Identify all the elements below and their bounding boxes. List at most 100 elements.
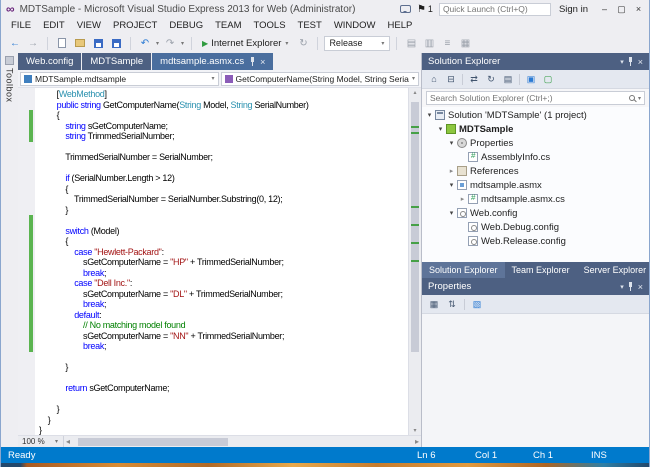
tab-mdtsample[interactable]: MDTSample [82, 53, 151, 70]
menu-window[interactable]: WINDOW [328, 20, 382, 31]
tree-item-properties[interactable]: ▾Properties [422, 136, 649, 150]
panel-tab-solution-explorer[interactable]: Solution Explorer [422, 262, 505, 278]
menu-edit[interactable]: EDIT [37, 20, 71, 31]
tree-item-mdtsample[interactable]: ▾MDTSample [422, 122, 649, 136]
redo-dropdown-icon[interactable]: ▾ [181, 40, 184, 47]
cs-icon [468, 194, 478, 204]
tree-item-solution-mdtsample-1-project[interactable]: ▾Solution 'MDTSample' (1 project) [422, 108, 649, 122]
toolbox-tab[interactable]: Toolbox [1, 53, 18, 447]
menu-file[interactable]: FILE [5, 20, 37, 31]
collapse-all-icon[interactable]: ⊟ [444, 72, 458, 86]
close-button[interactable]: × [630, 4, 647, 15]
search-input[interactable] [430, 93, 626, 103]
save-icon[interactable] [90, 35, 106, 51]
menu-view[interactable]: VIEW [71, 20, 107, 31]
redo-icon[interactable]: ↷ [162, 35, 178, 51]
menu-team[interactable]: TEAM [209, 20, 247, 31]
maximize-button[interactable]: ▢ [613, 4, 630, 15]
open-file-icon[interactable] [72, 35, 88, 51]
refresh-icon[interactable]: ↻ [484, 72, 498, 86]
new-file-icon[interactable] [54, 35, 70, 51]
pin-icon[interactable] [628, 57, 634, 66]
minimize-button[interactable]: – [596, 4, 613, 15]
sync-with-active-document-icon[interactable]: ⇄ [467, 72, 481, 86]
code-area[interactable]: [WebMethod] public string GetComputerNam… [35, 88, 408, 435]
menu-project[interactable]: PROJECT [107, 20, 163, 31]
close-panel-icon[interactable]: × [638, 282, 643, 292]
browser-dropdown-icon[interactable]: ▾ [285, 40, 288, 47]
outline-icon[interactable]: ▥ [421, 35, 437, 51]
tree-expander-icon[interactable]: ▾ [447, 181, 456, 189]
code-line: } [39, 415, 408, 426]
preview-selected-items-icon[interactable]: ▢ [541, 72, 555, 86]
sign-in-link[interactable]: Sign in [557, 4, 590, 15]
navigate-backward-icon[interactable]: ← [7, 35, 23, 51]
scrollbar-annotation [411, 132, 419, 134]
types-dropdown[interactable]: MDTSample.mdtsample ▾ [20, 72, 219, 86]
menu-debug[interactable]: DEBUG [163, 20, 209, 31]
close-tab-icon[interactable]: × [260, 57, 265, 67]
properties-icon[interactable]: ▣ [524, 72, 538, 86]
tree-expander-icon[interactable]: ▾ [436, 125, 445, 133]
tree-expander-icon[interactable]: ▾ [447, 139, 456, 147]
show-all-files-icon[interactable]: ▤ [501, 72, 515, 86]
solution-explorer-title-bar[interactable]: Solution Explorer ▾ × [422, 53, 649, 70]
tree-item-mdtsample-asmx-cs[interactable]: ▸mdtsample.asmx.cs [422, 192, 649, 206]
tree-item-web-debug-config[interactable]: Web.Debug.config [422, 220, 649, 234]
tab-web-config[interactable]: Web.config [18, 53, 81, 70]
tree-item-mdtsample-asmx[interactable]: ▾mdtsample.asmx [422, 178, 649, 192]
tree-item-assemblyinfo-cs[interactable]: AssemblyInfo.cs [422, 150, 649, 164]
tree-item-references[interactable]: ▸References [422, 164, 649, 178]
panel-tab-team-explorer[interactable]: Team Explorer [505, 262, 577, 278]
tree-item-web-release-config[interactable]: Web.Release.config [422, 234, 649, 248]
tree-expander-icon[interactable]: ▾ [425, 111, 434, 119]
code-line: } [39, 404, 408, 415]
pin-icon[interactable] [628, 282, 634, 291]
vertical-scrollbar[interactable]: ▴ ▾ [408, 88, 421, 435]
notifications-flag[interactable]: ⚑1 [417, 4, 433, 15]
search-icon[interactable] [629, 95, 635, 101]
categorized-icon[interactable]: ▦ [427, 297, 441, 311]
scroll-down-icon[interactable]: ▾ [409, 427, 421, 434]
window-position-icon[interactable]: ▾ [620, 58, 624, 66]
code-line: return sGetComputerName; [39, 383, 408, 394]
panel-tab-server-explorer[interactable]: Server Explorer [577, 262, 650, 278]
refresh-icon[interactable]: ↻ [295, 35, 311, 51]
vertical-scrollbar-thumb[interactable] [411, 102, 419, 352]
alphabetical-icon[interactable]: ⇅ [445, 297, 459, 311]
horizontal-scrollbar-thumb[interactable] [78, 438, 228, 446]
tab-mdtsample-asmx-cs[interactable]: mdtsample.asmx.cs× [152, 53, 273, 70]
tree-expander-icon[interactable]: ▸ [458, 195, 467, 203]
scroll-left-icon[interactable]: ◂ [66, 437, 70, 446]
indent-icon[interactable]: ▦ [457, 35, 473, 51]
find-icon[interactable]: ▤ [403, 35, 419, 51]
pin-tab-icon[interactable] [249, 57, 255, 66]
chevron-down-icon[interactable]: ▾ [638, 95, 641, 102]
scroll-right-icon[interactable]: ▸ [415, 437, 419, 446]
properties-title-bar[interactable]: Properties ▾ × [422, 278, 649, 295]
feedback-icon[interactable] [400, 5, 411, 13]
undo-icon[interactable]: ↶ [137, 35, 153, 51]
solution-configuration-select[interactable]: Release ▾ [324, 36, 390, 51]
undo-dropdown-icon[interactable]: ▾ [156, 40, 159, 47]
toolbar-separator [462, 74, 463, 85]
menu-tools[interactable]: TOOLS [248, 20, 292, 31]
close-panel-icon[interactable]: × [638, 57, 643, 67]
tree-item-web-config[interactable]: ▾Web.config [422, 206, 649, 220]
navigate-forward-icon[interactable]: → [25, 35, 41, 51]
menu-help[interactable]: HELP [382, 20, 419, 31]
save-all-icon[interactable] [108, 35, 124, 51]
scroll-up-icon[interactable]: ▴ [409, 89, 421, 96]
menu-test[interactable]: TEST [292, 20, 328, 31]
tree-expander-icon[interactable]: ▸ [447, 167, 456, 175]
window-position-icon[interactable]: ▾ [620, 283, 624, 291]
tree-expander-icon[interactable]: ▾ [447, 209, 456, 217]
horizontal-scrollbar[interactable]: ◂ ▸ [64, 436, 421, 447]
quick-launch-input[interactable] [439, 3, 551, 16]
zoom-control[interactable]: 100 % ▾ [18, 436, 64, 447]
comment-icon[interactable]: ≡ [439, 35, 455, 51]
start-debug-button[interactable]: ▶ Internet Explorer ▾ [198, 38, 293, 49]
members-dropdown[interactable]: GetComputerName(String Model, String Ser… [221, 72, 420, 86]
home-icon[interactable]: ⌂ [427, 72, 441, 86]
property-pages-icon[interactable]: ▧ [470, 297, 484, 311]
